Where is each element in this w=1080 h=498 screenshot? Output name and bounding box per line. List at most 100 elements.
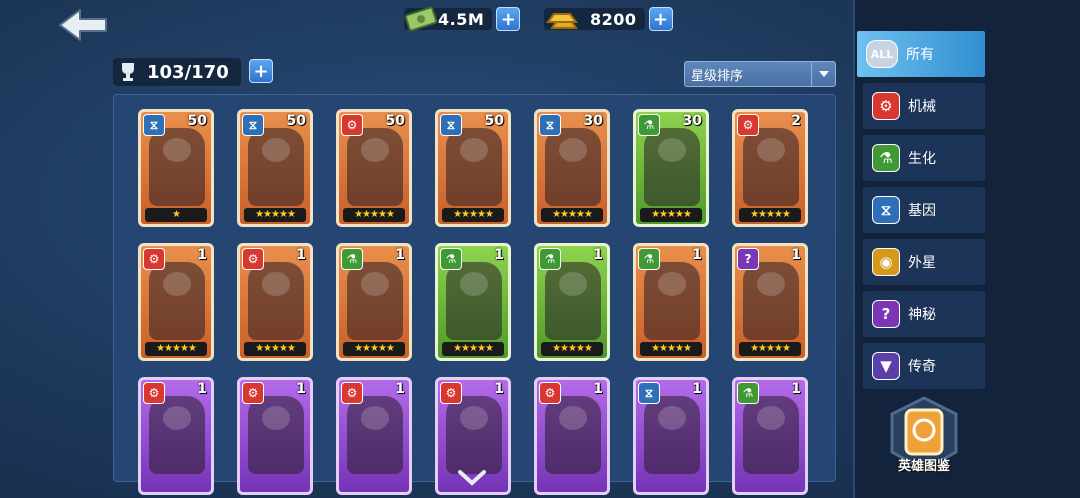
sort-selected-label: 星级排序 (691, 68, 744, 84)
hero-card[interactable]: ⚗ 1 ★★★★★ (633, 243, 709, 361)
hero-level: 1 (791, 247, 801, 263)
hero-card[interactable]: ⚗ 1 ★★★★★ (534, 243, 610, 361)
hero-card[interactable]: ⧖ 1 (633, 377, 709, 495)
hero-portrait (743, 396, 799, 474)
hero-star-rating: ★★★★★ (244, 208, 306, 222)
alien-icon: ◉ (872, 248, 900, 276)
hero-card[interactable]: ⧖ 50 ★ (138, 109, 214, 227)
mystery-icon: ? (872, 300, 900, 328)
category-tab[interactable]: ▼ 传奇 (863, 343, 985, 389)
hero-level: 2 (791, 113, 801, 129)
hero-level: 50 (484, 113, 504, 129)
hero-card[interactable]: ⚙ 50 ★★★★★ (336, 109, 412, 227)
hero-star-rating: ★★★★★ (343, 208, 405, 222)
hero-card[interactable]: ⚙ 1 (237, 377, 313, 495)
gene-icon: ⧖ (539, 114, 561, 136)
hero-star-rating: ★★★★★ (739, 208, 801, 222)
hero-star-rating: ★ (145, 208, 207, 222)
hero-portrait (644, 262, 700, 340)
hero-level: 1 (395, 381, 405, 397)
gene-icon: ⧖ (440, 114, 462, 136)
mech-icon: ⚙ (440, 382, 462, 404)
hero-card[interactable]: ⧖ 30 ★★★★★ (534, 109, 610, 227)
hero-level: 30 (583, 113, 603, 129)
hero-card[interactable]: ⚙ 1 (534, 377, 610, 495)
category-tab[interactable]: ⚗ 生化 (863, 135, 985, 181)
add-cash-button[interactable]: + (496, 7, 521, 31)
gene-icon: ⧖ (242, 114, 264, 136)
category-label: 所有 (906, 47, 934, 63)
hero-card[interactable]: ⚗ 1 ★★★★★ (435, 243, 511, 361)
bio-icon: ⚗ (737, 382, 759, 404)
category-tab[interactable]: ALL 所有 (857, 31, 985, 77)
hero-star-rating: ★★★★★ (640, 342, 702, 356)
mech-icon: ⚙ (737, 114, 759, 136)
hero-star-rating: ★★★★★ (541, 342, 603, 356)
hero-card[interactable]: ? 1 ★★★★★ (732, 243, 808, 361)
mech-icon: ⚙ (143, 248, 165, 270)
hero-codex-button[interactable]: 英雄图鉴 (884, 394, 964, 490)
hero-level: 1 (692, 381, 702, 397)
hero-portrait (446, 262, 502, 340)
hero-star-rating: ★★★★★ (442, 342, 504, 356)
category-tab[interactable]: ◉ 外星 (863, 239, 985, 285)
hero-card[interactable]: ⚗ 1 (732, 377, 808, 495)
category-label: 神秘 (908, 307, 936, 323)
category-tab[interactable]: ⧖ 基因 (863, 187, 985, 233)
hero-star-rating: ★★★★★ (739, 342, 801, 356)
hero-card[interactable]: ⚙ 1 (138, 377, 214, 495)
trophy-icon (122, 63, 134, 81)
back-arrow-icon (59, 9, 107, 41)
hero-level: 1 (692, 247, 702, 263)
hero-star-rating: ★★★★★ (640, 208, 702, 222)
hero-card[interactable]: ⧖ 50 ★★★★★ (237, 109, 313, 227)
gene-icon: ⧖ (143, 114, 165, 136)
hero-portrait (347, 396, 403, 474)
category-label: 生化 (908, 151, 936, 167)
mech-icon: ⚙ (242, 382, 264, 404)
category-label: 传奇 (908, 359, 936, 375)
hero-codex-label: 英雄图鉴 (897, 459, 950, 474)
hero-star-rating: ★★★★★ (343, 342, 405, 356)
hero-portrait (644, 128, 700, 206)
bio-icon: ⚗ (638, 114, 660, 136)
hero-portrait (743, 262, 799, 340)
mech-icon: ⚙ (341, 382, 363, 404)
hero-level: 1 (791, 381, 801, 397)
hero-card[interactable]: ⚗ 1 ★★★★★ (336, 243, 412, 361)
scroll-down-button[interactable] (457, 470, 487, 486)
hero-level: 1 (593, 247, 603, 263)
bio-icon: ⚗ (341, 248, 363, 270)
hero-card[interactable]: ⚗ 30 ★★★★★ (633, 109, 709, 227)
hero-level: 1 (494, 247, 504, 263)
hero-card[interactable]: ⚙ 1 ★★★★★ (237, 243, 313, 361)
hero-portrait (347, 262, 403, 340)
back-button[interactable] (58, 8, 110, 42)
add-gold-button[interactable]: + (648, 7, 673, 31)
category-tab[interactable]: ⚙ 机械 (863, 83, 985, 129)
hero-level: 1 (395, 247, 405, 263)
hero-level: 1 (197, 381, 207, 397)
hero-portrait (149, 396, 205, 474)
category-tab[interactable]: ? 神秘 (863, 291, 985, 337)
hero-portrait (347, 128, 403, 206)
hero-portrait (149, 262, 205, 340)
hero-card[interactable]: ⚙ 1 (336, 377, 412, 495)
mech-icon: ⚙ (872, 92, 900, 120)
cash-counter: 4.5M + (404, 6, 521, 32)
hero-star-rating: ★★★★★ (541, 208, 603, 222)
expand-capacity-button[interactable]: + (249, 59, 273, 83)
mech-icon: ⚙ (539, 382, 561, 404)
sort-dropdown[interactable]: 星级排序 (684, 61, 836, 87)
chevron-down-icon (458, 470, 486, 486)
hero-star-rating: ★★★★★ (244, 342, 306, 356)
gene-icon: ⧖ (872, 196, 900, 224)
hero-card[interactable]: ⚙ 1 ★★★★★ (138, 243, 214, 361)
hero-card[interactable]: ⚙ 2 ★★★★★ (732, 109, 808, 227)
hero-level: 50 (286, 113, 306, 129)
hero-level: 50 (187, 113, 207, 129)
hero-level: 1 (593, 381, 603, 397)
hero-level: 30 (682, 113, 702, 129)
hero-card[interactable]: ⧖ 50 ★★★★★ (435, 109, 511, 227)
mech-icon: ⚙ (242, 248, 264, 270)
